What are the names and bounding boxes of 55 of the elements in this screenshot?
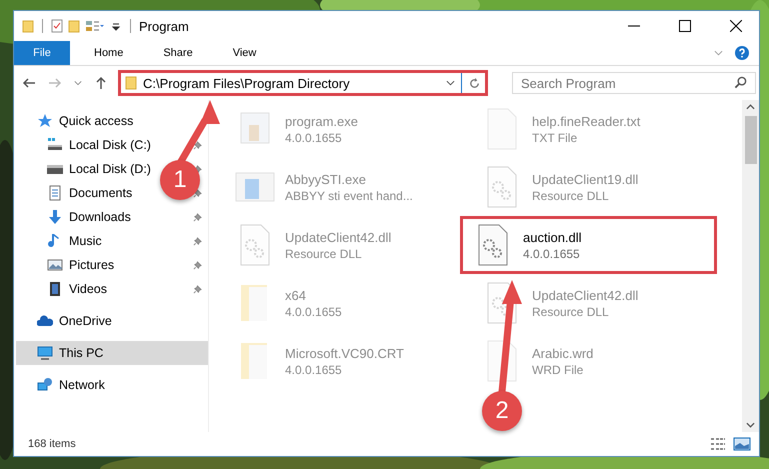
pin-icon[interactable] [193, 284, 202, 294]
sidebar-item[interactable]: Quick access [16, 109, 208, 133]
scroll-up-icon[interactable] [746, 104, 755, 110]
properties-icon[interactable] [51, 19, 63, 33]
help-icon[interactable] [735, 46, 749, 60]
expand-ribbon-icon[interactable] [714, 50, 723, 56]
ribbon-tab[interactable]: Share [149, 41, 207, 65]
picture-icon [47, 257, 63, 273]
sidebar-item[interactable]: Music [16, 229, 106, 253]
download-icon [47, 209, 63, 225]
network-icon [37, 377, 53, 393]
sidebar-item[interactable]: Documents [16, 181, 136, 205]
cloud-icon [37, 313, 53, 329]
star-icon [37, 113, 53, 129]
window-title: Program [139, 18, 189, 34]
search-icon[interactable] [734, 76, 747, 89]
address-bar[interactable]: C:\Program Files\Program Directory [118, 70, 488, 96]
monitor-icon [37, 345, 53, 361]
scroll-down-icon[interactable] [746, 422, 755, 428]
sidebar-item[interactable]: Pictures [16, 253, 118, 277]
address-path: C:\Program Files\Program Directory [143, 76, 350, 90]
pin-icon[interactable] [193, 212, 202, 222]
minimize-icon[interactable] [628, 25, 640, 27]
scrollbar-thumb[interactable] [744, 116, 756, 164]
pin-icon[interactable] [193, 140, 202, 150]
film-icon [47, 281, 63, 297]
sidebar-item[interactable]: Local Disk (D:) [16, 157, 155, 181]
pin-icon[interactable] [193, 260, 202, 270]
up-icon[interactable] [94, 76, 108, 90]
maximize-icon[interactable] [679, 20, 691, 32]
large-icons-view-icon[interactable] [733, 436, 751, 452]
sidebar-item[interactable]: Videos [16, 277, 111, 301]
refresh-icon[interactable] [468, 76, 481, 90]
details-view-icon[interactable] [709, 436, 727, 452]
ribbon-tab[interactable]: View [218, 41, 270, 65]
sidebar-item[interactable]: Network [16, 373, 208, 397]
item-count: 168 items [28, 438, 76, 450]
chevron-icon[interactable] [446, 80, 455, 86]
ribbon-tab[interactable]: Home [80, 41, 138, 65]
pin-icon[interactable] [193, 188, 202, 198]
sidebar-item[interactable]: Downloads [16, 205, 135, 229]
close-icon[interactable] [730, 20, 742, 32]
sidebar-item[interactable]: Local Disk (C:) [16, 133, 155, 157]
drive-icon [47, 137, 63, 153]
ribbon-tab[interactable]: File [14, 41, 70, 65]
sidebar-item[interactable]: This PC [16, 341, 208, 365]
sidebar-item[interactable]: OneDrive [16, 309, 208, 333]
pin-icon[interactable] [193, 236, 202, 246]
document-icon [47, 185, 63, 201]
recent-locations-icon[interactable] [74, 80, 82, 86]
file-item[interactable]: auction.dll 4.0.0.1655 [460, 216, 717, 274]
back-icon[interactable] [22, 76, 36, 90]
search-field[interactable]: Search Program [512, 72, 756, 94]
view-options-icon[interactable] [85, 19, 105, 33]
folder-icon [125, 76, 137, 90]
